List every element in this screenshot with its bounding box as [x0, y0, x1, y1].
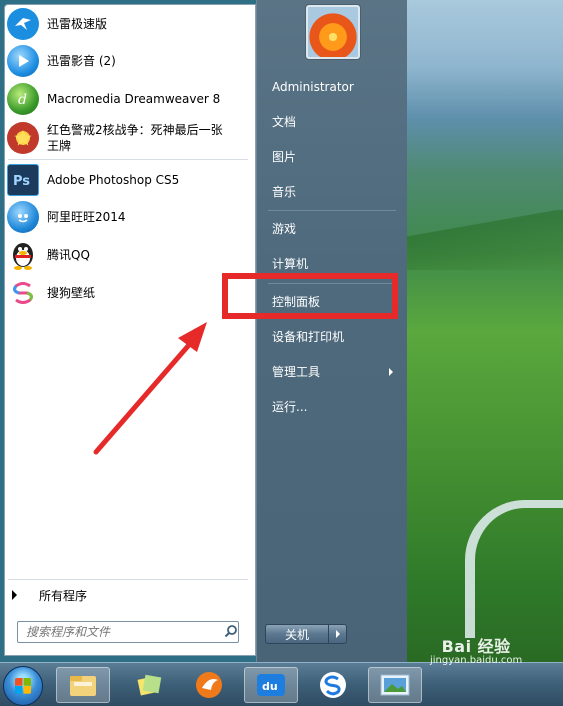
fox-browser-icon [196, 672, 222, 698]
places-item-music[interactable]: 音乐 [272, 181, 296, 203]
start-search-box[interactable] [17, 621, 239, 643]
places-item-admin-tools[interactable]: 管理工具 [272, 361, 320, 383]
taskbar-fox-app-button[interactable] [182, 667, 236, 703]
user-avatar[interactable] [306, 5, 360, 59]
photoshop-icon: Ps [7, 164, 39, 196]
all-programs-label: 所有程序 [39, 588, 88, 603]
taskbar-photo-viewer-button[interactable] [368, 667, 422, 703]
sogou-wallpaper-icon [7, 277, 39, 309]
shutdown-button[interactable]: 关机 [265, 624, 329, 644]
program-label: 腾讯QQ [47, 248, 90, 262]
taskbar-notes-button[interactable] [122, 667, 176, 703]
program-label: Adobe Photoshop CS5 [47, 173, 180, 187]
program-label: Macromedia Dreamweaver 8 [47, 92, 221, 106]
photo-viewer-icon [380, 674, 410, 696]
watermark-brand: Bai 经验 [441, 637, 511, 656]
folder-icon [70, 676, 96, 696]
program-item-qq[interactable]: 腾讯QQ [4, 237, 248, 273]
wallpaper-ridge [405, 210, 563, 270]
taskbar-sogou-button[interactable] [306, 667, 360, 703]
program-item-sogou-wallpaper[interactable]: 搜狗壁纸 [4, 275, 248, 311]
dreamweaver-icon: d [7, 83, 39, 115]
taskbar-baidu-cloud-button[interactable]: du [244, 667, 298, 703]
baidu-jingyan-watermark: Bai 经验 jingyan.baidu.com [430, 637, 523, 668]
chevron-right-icon [335, 630, 340, 638]
search-icon[interactable] [224, 624, 238, 641]
qq-penguin-icon [7, 239, 39, 271]
program-label: 迅雷极速版 [47, 17, 108, 31]
places-item-computer[interactable]: 计算机 [272, 253, 308, 275]
places-item-pictures[interactable]: 图片 [272, 146, 296, 168]
places-item-administrator[interactable]: Administrator [272, 76, 354, 98]
program-item-xunlei-fast[interactable]: 迅雷极速版 [4, 6, 248, 42]
red-alert-icon [7, 122, 39, 154]
taskbar-explorer-button[interactable] [56, 667, 110, 703]
program-label: 迅雷影音 (2) [47, 54, 116, 68]
shutdown-group: 关机 [265, 624, 347, 644]
svg-text:du: du [262, 680, 278, 693]
windows-logo-icon [15, 678, 31, 694]
sticky-notes-icon [137, 674, 162, 696]
program-item-photoshop[interactable]: Ps Adobe Photoshop CS5 [4, 162, 248, 198]
program-item-dreamweaver[interactable]: d Macromedia Dreamweaver 8 [4, 81, 248, 117]
all-programs-divider [8, 579, 248, 580]
watermark-url: jingyan.baidu.com [430, 655, 523, 666]
pinned-recent-divider [8, 159, 248, 160]
xunlei-bird-icon [7, 8, 39, 40]
places-item-devices-printers[interactable]: 设备和打印机 [272, 326, 344, 348]
search-input[interactable] [24, 624, 218, 640]
program-item-aliwangwang[interactable]: 阿里旺旺2014 [4, 199, 248, 235]
places-item-games[interactable]: 游戏 [272, 218, 296, 240]
program-item-red-alert[interactable]: 红色警戒2核战争：死神最后一张王牌 [4, 119, 248, 157]
shutdown-options-button[interactable] [329, 624, 347, 644]
svg-text:d: d [18, 92, 27, 108]
program-label: 搜狗壁纸 [47, 286, 96, 300]
program-label: 阿里旺旺2014 [47, 210, 126, 224]
aliwangwang-icon [7, 201, 39, 233]
all-programs-button[interactable]: 所有程序 [12, 585, 87, 605]
svg-text:Ps: Ps [13, 174, 30, 188]
sogou-icon [320, 672, 346, 698]
all-programs-arrow-icon [12, 590, 17, 600]
places-item-run[interactable]: 运行... [272, 396, 307, 418]
taskbar: du [0, 662, 563, 706]
places-divider [268, 210, 396, 211]
start-button[interactable] [3, 666, 43, 706]
highlight-box [222, 273, 398, 319]
baidu-cloud-icon: du [257, 674, 285, 696]
xunlei-player-icon [7, 45, 39, 77]
desktop-wallpaper [405, 0, 563, 662]
program-item-xunlei-player[interactable]: 迅雷影音 (2) [4, 43, 248, 79]
submenu-arrow-icon [389, 368, 393, 376]
places-item-documents[interactable]: 文档 [272, 111, 296, 133]
program-label: 红色警戒2核战争：死神最后一张王牌 [47, 123, 223, 153]
wallpaper-river [465, 500, 563, 638]
